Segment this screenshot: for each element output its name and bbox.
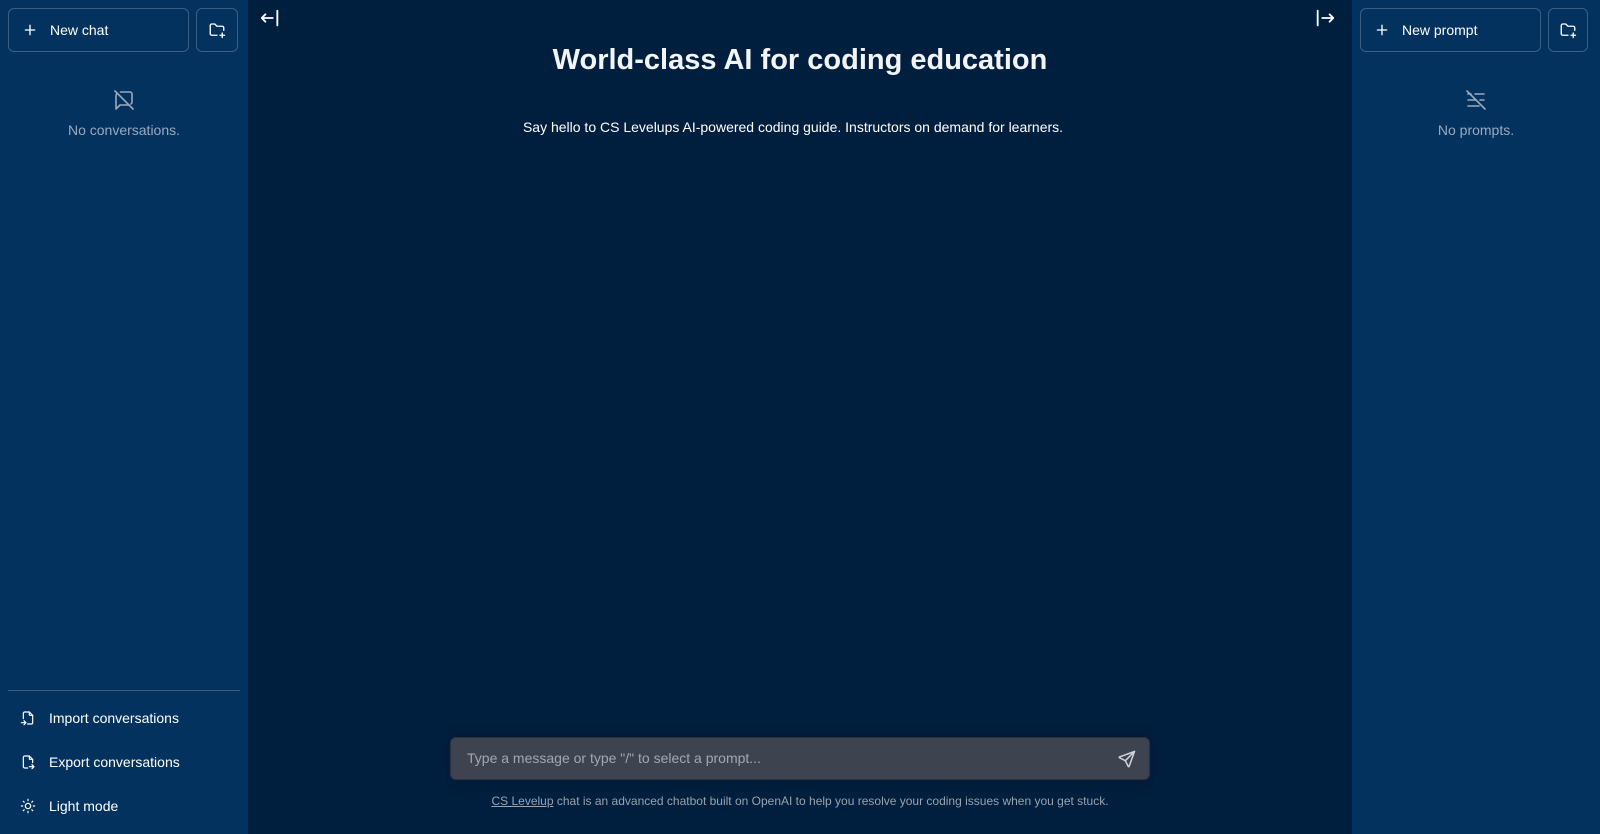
chat-input-box	[450, 737, 1150, 780]
no-conversations-state: No conversations.	[0, 88, 248, 138]
export-conversations-button[interactable]: Export conversations	[8, 744, 240, 780]
send-icon[interactable]	[1117, 749, 1137, 769]
app-root: New chat No conversations. Import conver…	[0, 0, 1600, 834]
plus-icon	[24, 24, 36, 36]
message-off-icon	[114, 90, 134, 110]
plus-icon	[1376, 24, 1388, 36]
chat-main: World-class AI for coding education Say …	[248, 0, 1352, 834]
light-mode-label: Light mode	[49, 798, 119, 814]
sidebar-divider	[8, 690, 240, 691]
prompts-sidebar: New prompt No prompts.	[1352, 0, 1600, 834]
sun-icon	[20, 798, 36, 814]
new-prompt-folder-button[interactable]	[1548, 8, 1588, 52]
list-off-icon	[1466, 90, 1486, 110]
new-prompt-label: New prompt	[1402, 22, 1478, 38]
import-conversations-label: Import conversations	[49, 710, 179, 726]
folder-plus-icon	[1560, 23, 1577, 39]
no-prompts-state: No prompts.	[1352, 88, 1600, 138]
page-subtitle: Say hello to CS Levelups AI-powered codi…	[522, 119, 1064, 135]
new-chat-label: New chat	[50, 22, 109, 38]
no-conversations-text: No conversations.	[67, 122, 181, 138]
new-chat-button[interactable]: New chat	[8, 8, 189, 52]
chat-input[interactable]	[451, 738, 1101, 779]
folder-plus-icon	[209, 23, 226, 39]
export-conversations-label: Export conversations	[49, 754, 180, 770]
arrow-bar-left-icon[interactable]	[259, 7, 281, 29]
import-conversations-button[interactable]: Import conversations	[8, 700, 240, 736]
footer-note: CS Levelup chat is an advanced chatbot b…	[248, 794, 1352, 808]
arrow-bar-right-icon[interactable]	[1314, 7, 1336, 29]
new-prompt-button[interactable]: New prompt	[1360, 8, 1541, 52]
conversations-sidebar: New chat No conversations. Import conver…	[0, 0, 248, 834]
footer-text: chat is an advanced chatbot built on Ope…	[553, 794, 1109, 808]
new-folder-button[interactable]	[196, 8, 238, 52]
file-import-icon	[20, 711, 34, 726]
file-export-icon	[22, 755, 35, 770]
light-mode-button[interactable]: Light mode	[8, 788, 240, 824]
cs-levelup-link[interactable]: CS Levelup	[491, 794, 553, 808]
page-title: World-class AI for coding education	[552, 44, 1048, 76]
no-prompts-text: No prompts.	[1437, 122, 1515, 138]
